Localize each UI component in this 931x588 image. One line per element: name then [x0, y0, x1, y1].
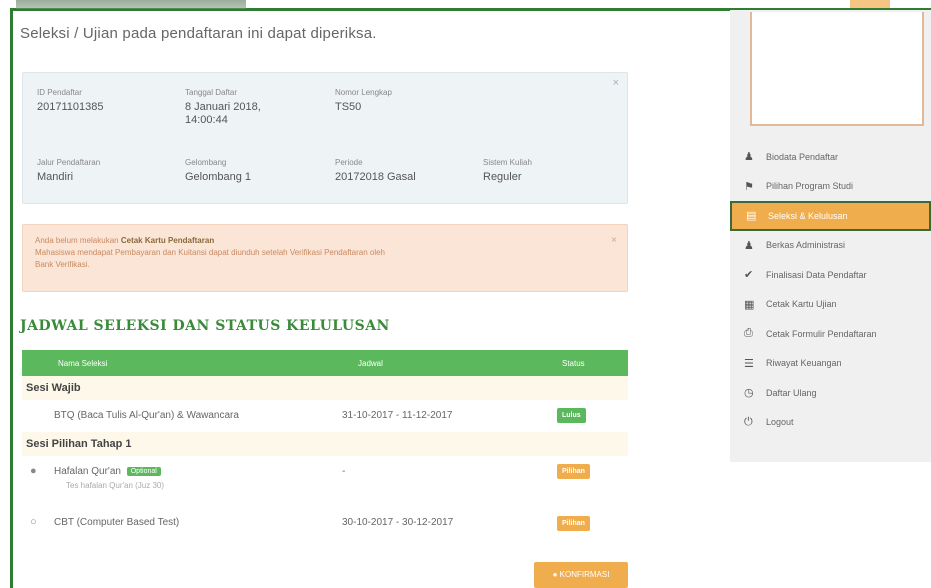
radio-empty-icon[interactable]: ○	[30, 516, 37, 528]
alert-text: Anda belum melakukan	[35, 236, 119, 245]
group-row: Sesi Pilihan Tahap 1	[22, 432, 628, 456]
info-wave: Gelombang Gelombang 1	[185, 158, 252, 183]
sidebar-item-label: Finalisasi Data Pendaftar	[766, 269, 867, 280]
info-path: Jalur Pendaftaran Mandiri	[37, 158, 101, 183]
selection-note: Tes hafalan Qur'an (Juz 30)	[66, 481, 165, 490]
close-icon[interactable]: ×	[611, 235, 617, 247]
optional-badge: Optional	[126, 467, 161, 476]
confirm-button[interactable]: ● KONFIRMASI	[534, 562, 628, 588]
radio-filled-icon[interactable]: ●	[30, 465, 37, 477]
table-header: Nama Seleksi Jadwal Status	[22, 350, 628, 376]
info-system: Sistem Kuliah Reguler	[483, 158, 532, 183]
selection-date: 31-10-2017 - 11-12-2017	[342, 410, 453, 421]
list-icon: ☰	[744, 357, 754, 370]
user-add-icon: ♟	[744, 239, 754, 252]
header-name: Nama Seleksi	[58, 359, 108, 368]
page-subtitle: Seleksi / Ujian pada pendaftaran ini dap…	[20, 25, 377, 42]
sidebar-item-label: Seleksi & Kelulusan	[768, 210, 848, 221]
selection-name: BTQ (Baca Tulis Al-Qur'an) & Wawancara	[54, 410, 239, 421]
table-row: BTQ (Baca Tulis Al-Qur'an) & Wawancara 3…	[22, 400, 628, 432]
sidebar-item-reregister[interactable]: ◷ Daftar Ulang	[730, 378, 931, 408]
sidebar-item-biodata[interactable]: ♟ Biodata Pendaftar	[730, 142, 931, 172]
warning-alert: × Anda belum melakukan Cetak Kartu Penda…	[22, 224, 628, 292]
registration-info-panel: × ID Pendaftar 20171101385 Tanggal Dafta…	[22, 72, 628, 204]
info-date: Tanggal Daftar 8 Januari 2018, 14:00:44	[185, 88, 261, 126]
sidebar-item-exam-card[interactable]: ▦ Cetak Kartu Ujian	[730, 290, 931, 320]
bookmark-icon: ⚑	[744, 180, 754, 193]
sidebar-item-label: Biodata Pendaftar	[766, 151, 839, 162]
section-title: JADWAL SELEKSI DAN STATUS KELULUSAN	[20, 318, 390, 334]
selection-date: 30-10-2017 - 30-12-2017	[342, 517, 454, 528]
sidebar-item-label: Cetak Kartu Ujian	[766, 299, 837, 310]
top-right-accent	[850, 0, 890, 8]
header-status: Status	[562, 359, 585, 368]
sidebar-item-logout[interactable]: ⏻ Logout	[730, 408, 931, 438]
sidebar-item-finance[interactable]: ☰ Riwayat Keuangan	[730, 349, 931, 379]
header-date: Jadwal	[358, 359, 383, 368]
selection-name: Hafalan Qur'an Optional	[54, 466, 161, 477]
selection-name-text: Hafalan Qur'an	[54, 466, 121, 477]
main-content: Seleksi / Ujian pada pendaftaran ini dap…	[16, 0, 636, 588]
sidebar-menu: ♟ Biodata Pendaftar ⚑ Pilihan Program St…	[730, 142, 931, 437]
status-badge: Pilihan	[557, 516, 590, 531]
sidebar: ♟ Biodata Pendaftar ⚑ Pilihan Program St…	[730, 10, 931, 462]
sidebar-item-program[interactable]: ⚑ Pilihan Program Studi	[730, 172, 931, 202]
selection-date: -	[342, 466, 346, 477]
status-badge: Lulus	[557, 408, 586, 423]
alert-text: Mahasiswa mendapat Pembayaran dan Kuitan…	[35, 248, 386, 257]
profile-photo	[750, 12, 924, 126]
print-card-link[interactable]: Cetak Kartu Pendaftaran	[121, 236, 214, 245]
group-row: Sesi Wajib	[22, 376, 628, 400]
sidebar-item-selection[interactable]: ▤ Seleksi & Kelulusan	[730, 201, 931, 231]
logout-icon: ⏻	[744, 415, 753, 428]
id-card-icon: ▦	[744, 298, 755, 311]
user-icon: ♟	[744, 151, 754, 164]
selection-table: Nama Seleksi Jadwal Status Sesi Wajib BT…	[22, 350, 628, 544]
close-icon[interactable]: ×	[613, 77, 619, 89]
sidebar-item-label: Riwayat Keuangan	[766, 358, 842, 369]
alert-text: Bank Verifikasi.	[35, 260, 90, 269]
sidebar-item-label: Berkas Administrasi	[766, 240, 846, 251]
document-icon: ▤	[746, 210, 757, 223]
sidebar-item-label: Logout	[766, 417, 794, 428]
print-icon: ⎙	[744, 327, 753, 340]
sidebar-item-label: Pilihan Program Studi	[766, 181, 854, 192]
selection-name: CBT (Computer Based Test)	[54, 517, 180, 528]
sidebar-item-admin[interactable]: ♟ Berkas Administrasi	[730, 231, 931, 261]
info-number: Nomor Lengkap TS50	[335, 88, 392, 113]
status-badge: Pilihan	[557, 464, 590, 479]
clock-icon: ◷	[744, 387, 754, 400]
sidebar-item-label: Daftar Ulang	[766, 387, 817, 398]
check-icon: ✔	[744, 269, 754, 282]
table-row: ● Hafalan Qur'an Optional Tes hafalan Qu…	[22, 456, 628, 502]
sidebar-item-finalize[interactable]: ✔ Finalisasi Data Pendaftar	[730, 260, 931, 290]
sidebar-item-label: Cetak Formulir Pendaftaran	[766, 328, 877, 339]
info-period: Periode 20172018 Gasal	[335, 158, 416, 183]
sidebar-item-print-form[interactable]: ⎙ Cetak Formulir Pendaftaran	[730, 319, 931, 349]
table-row: ○ CBT (Computer Based Test) 30-10-2017 -…	[22, 502, 628, 544]
info-id: ID Pendaftar 20171101385	[37, 88, 104, 113]
